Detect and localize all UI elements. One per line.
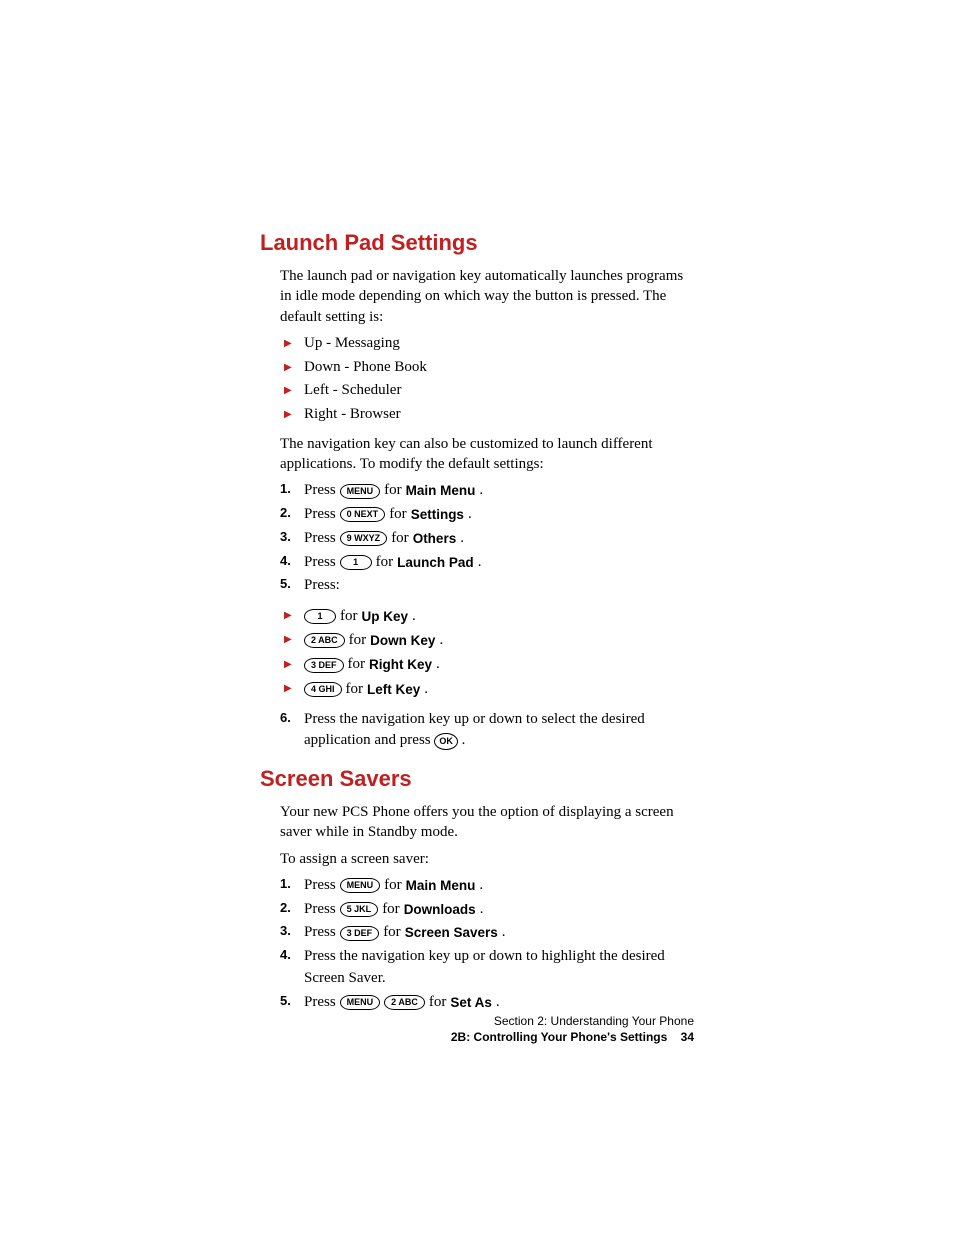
list-item: Up - Messaging (280, 333, 694, 355)
step-item: Press 9 WXYZ for Others. (280, 528, 694, 550)
step-text: Press (304, 875, 336, 897)
step-text: for (376, 552, 394, 574)
step-text: for (429, 992, 447, 1014)
list-item: 1 for Up Key. (280, 605, 694, 627)
step-item: Press MENU for Main Menu. (280, 875, 694, 897)
step-text: Press (304, 922, 336, 944)
step-text: for (384, 480, 402, 502)
zero-key-icon: 0 NEXT (340, 507, 386, 522)
step-text: for (382, 899, 400, 921)
launch-steps-list: Press MENU for Main Menu. Press 0 NEXT f… (280, 480, 694, 597)
list-item: Right - Browser (280, 404, 694, 426)
step-target: Set As (450, 993, 492, 1013)
step-target: Settings (411, 505, 464, 525)
step-item: Press the navigation key up or down to s… (280, 709, 694, 753)
heading-launch-pad: Launch Pad Settings (260, 230, 694, 256)
step-text: for (391, 528, 409, 550)
two-key-icon: 2 ABC (304, 633, 345, 648)
list-item: 4 GHI for Left Key. (280, 678, 694, 700)
step-text: Press the navigation key up or down to h… (304, 948, 665, 986)
list-item: 3 DEF for Right Key. (280, 654, 694, 676)
page-number: 34 (681, 1029, 694, 1045)
footer-section-label: Section 2: Understanding Your Phone (451, 1013, 694, 1029)
step-text: Press (304, 552, 336, 574)
step-target: Right Key (369, 655, 432, 675)
default-directions-list: Up - Messaging Down - Phone Book Left - … (280, 333, 694, 426)
step-text: for (340, 606, 358, 628)
step-target: Left Key (367, 680, 420, 700)
step-target: Others (413, 529, 457, 549)
step-item: Press 5 JKL for Downloads. (280, 899, 694, 921)
section-launch-body: The launch pad or navigation key automat… (280, 266, 694, 752)
step-text: Press (304, 480, 336, 502)
one-key-icon: 1 (304, 609, 336, 624)
step-item: Press the navigation key up or down to h… (280, 946, 694, 990)
screen-intro-paragraph: Your new PCS Phone offers you the option… (280, 802, 694, 843)
step-text: for (383, 922, 401, 944)
nine-key-icon: 9 WXYZ (340, 531, 388, 546)
screen-assign-intro: To assign a screen saver: (280, 849, 694, 869)
step-text: for (389, 504, 407, 526)
step-target: Launch Pad (397, 553, 474, 573)
step-item: Press: (280, 575, 694, 597)
heading-screen-savers: Screen Savers (260, 766, 694, 792)
step-text: Press: (304, 577, 340, 593)
step-text: Press (304, 992, 336, 1014)
page-footer: Section 2: Understanding Your Phone 2B: … (451, 1013, 694, 1045)
launch-intro-paragraph: The launch pad or navigation key automat… (280, 266, 694, 327)
custom-intro-paragraph: The navigation key can also be customize… (280, 434, 694, 475)
four-key-icon: 4 GHI (304, 682, 342, 697)
step-target: Down Key (370, 631, 435, 651)
menu-key-icon: MENU (340, 878, 381, 893)
step-text: Press (304, 899, 336, 921)
step-target: Main Menu (406, 481, 476, 501)
step-target: Up Key (362, 607, 409, 627)
one-key-icon: 1 (340, 555, 372, 570)
ok-key-icon: OK (434, 733, 458, 750)
two-key-icon: 2 ABC (384, 995, 425, 1010)
footer-subsection-label: 2B: Controlling Your Phone's Settings (451, 1030, 667, 1044)
screen-steps-list: Press MENU for Main Menu. Press 5 JKL fo… (280, 875, 694, 1014)
document-page: Launch Pad Settings The launch pad or na… (0, 0, 954, 1235)
three-key-icon: 3 DEF (340, 926, 380, 941)
step-item: Press 0 NEXT for Settings. (280, 504, 694, 526)
step-text: Press (304, 504, 336, 526)
step-text: Press the navigation key up or down to s… (304, 711, 645, 749)
section-screen-body: Your new PCS Phone offers you the option… (280, 802, 694, 1013)
menu-key-icon: MENU (340, 484, 381, 499)
step-item: Press 1 for Launch Pad. (280, 552, 694, 574)
step-text: . (462, 732, 466, 748)
step-text: Press (304, 528, 336, 550)
step-item: Press MENU for Main Menu. (280, 480, 694, 502)
step-target: Screen Savers (405, 923, 498, 943)
five-key-icon: 5 JKL (340, 902, 379, 917)
list-item: Down - Phone Book (280, 357, 694, 379)
step-text: for (346, 679, 364, 701)
step-text: for (384, 875, 402, 897)
list-item: Left - Scheduler (280, 380, 694, 402)
list-item: 2 ABC for Down Key. (280, 629, 694, 651)
step-item: Press MENU 2 ABC for Set As. (280, 992, 694, 1014)
launch-steps-continued: Press the navigation key up or down to s… (280, 709, 694, 753)
step-target: Downloads (404, 900, 476, 920)
direction-key-list: 1 for Up Key. 2 ABC for Down Key. 3 DEF … (280, 605, 694, 701)
step-target: Main Menu (406, 876, 476, 896)
step-item: Press 3 DEF for Screen Savers. (280, 922, 694, 944)
three-key-icon: 3 DEF (304, 658, 344, 673)
step-text: for (348, 654, 366, 676)
step-text: for (349, 630, 367, 652)
menu-key-icon: MENU (340, 995, 381, 1010)
